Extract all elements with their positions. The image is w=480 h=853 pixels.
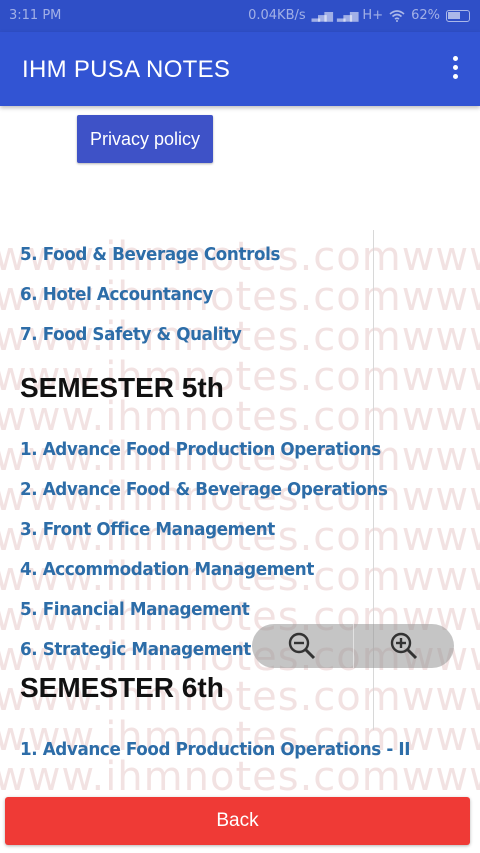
back-button[interactable]: Back bbox=[5, 797, 470, 845]
zoom-out-button[interactable] bbox=[252, 624, 354, 668]
semester-5-heading: SEMESTER 5th bbox=[20, 372, 224, 403]
note-link[interactable]: 2. Advance Food & Beverage Operations bbox=[20, 479, 388, 500]
signal-icon-2: ▂▄▆ bbox=[337, 9, 358, 22]
zoom-controls bbox=[252, 624, 454, 668]
battery-icon bbox=[446, 9, 470, 22]
note-link[interactable]: 6. Strategic Management bbox=[20, 639, 251, 660]
privacy-policy-button[interactable]: Privacy policy bbox=[77, 115, 213, 163]
note-link[interactable]: 1. Advance Food Production Operations - … bbox=[20, 739, 410, 760]
note-link[interactable]: 5. Food & Beverage Controls bbox=[20, 244, 280, 265]
note-link[interactable]: 6. Hotel Accountancy bbox=[20, 284, 213, 305]
status-bar: 3:11 PM 0.04KB/s ▂▄▆ ▂▄▆ H+ 62% bbox=[0, 0, 480, 32]
zoom-in-button[interactable] bbox=[354, 624, 455, 668]
zoom-out-icon bbox=[289, 632, 316, 660]
content-scroll-area[interactable]: Privacy policy www.ihmnotes.comwww.ihmno… bbox=[0, 106, 480, 796]
more-vert-icon[interactable] bbox=[450, 56, 460, 84]
notes-document[interactable]: www.ihmnotes.comwww.ihmnotes.com www.ihm… bbox=[0, 230, 480, 796]
network-speed: 0.04KB/s bbox=[248, 8, 306, 23]
note-link[interactable]: 3. Front Office Management bbox=[20, 519, 275, 540]
watermark-line: www.ihmnotes.comwww.ihmnotes.com bbox=[0, 754, 480, 796]
status-indicators: 0.04KB/s ▂▄▆ ▂▄▆ H+ 62% bbox=[248, 8, 470, 23]
watermark: www.ihmnotes.comwww.ihmnotes.com www.ihm… bbox=[0, 230, 480, 796]
status-time: 3:11 PM bbox=[9, 8, 62, 23]
note-link[interactable]: 7. Food Safety & Quality bbox=[20, 324, 242, 345]
note-link[interactable]: 4. Accommodation Management bbox=[20, 559, 314, 580]
zoom-in-icon bbox=[390, 632, 417, 660]
network-type: H+ bbox=[362, 8, 384, 23]
note-link[interactable]: 5. Financial Management bbox=[20, 599, 250, 620]
note-link[interactable]: 1. Advance Food Production Operations bbox=[20, 439, 381, 460]
semester-6-heading: SEMESTER 6th bbox=[20, 672, 224, 703]
wifi-icon bbox=[389, 9, 405, 22]
battery-percent: 62% bbox=[411, 8, 440, 23]
app-bar: IHM PUSA NOTES bbox=[0, 32, 480, 106]
app-title: IHM PUSA NOTES bbox=[22, 56, 231, 83]
signal-icon: ▂▄▆ bbox=[311, 9, 333, 22]
